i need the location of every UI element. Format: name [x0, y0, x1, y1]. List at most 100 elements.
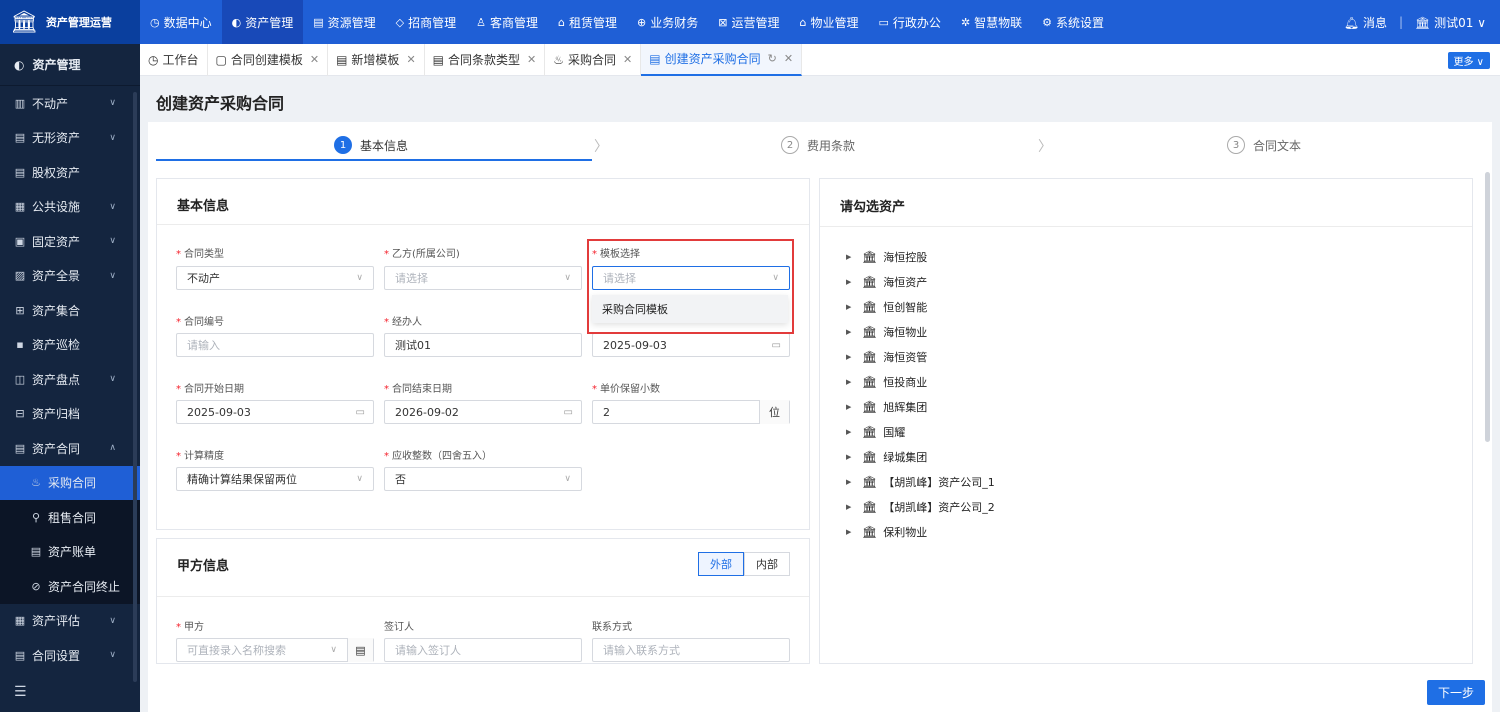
sidebar-item-inventory[interactable]: ◫ 资产盘点 ∨ — [0, 362, 140, 397]
tab-create-purchase-contract[interactable]: ▤ 创建资产采购合同 ↻ ✕ — [641, 43, 803, 76]
nav-item-lease[interactable]: ⌂ 租赁管理 — [548, 0, 627, 44]
tab-clause-type[interactable]: ▤ 合同条款类型 ✕ — [425, 43, 546, 76]
tree-node[interactable]: ▶ 🏛 绿城集团 — [846, 449, 927, 465]
tab-contract-template[interactable]: ▢ 合同创建模板 ✕ — [208, 43, 329, 76]
nav-item-iot[interactable]: ✲ 智慧物联 — [951, 0, 1032, 44]
sidebar-item-public-facilities[interactable]: ▦ 公共设施 ∨ — [0, 190, 140, 225]
app-logo[interactable]: 🏛 资产管理运营 — [0, 0, 140, 44]
external-toggle[interactable]: 外部 — [698, 552, 744, 576]
expand-icon[interactable]: ▶ — [846, 503, 856, 511]
sidebar-item-lease-contract[interactable]: ⚲ 租售合同 — [0, 500, 140, 535]
expand-icon[interactable]: ▶ — [846, 478, 856, 486]
user-menu[interactable]: 🏛 测试01 ∨ — [1415, 14, 1486, 31]
sidebar-item-panorama[interactable]: ▨ 资产全景 ∨ — [0, 259, 140, 294]
sidebar-item-fixed-assets[interactable]: ▣ 固定资产 ∨ — [0, 224, 140, 259]
tree-node[interactable]: ▶ 🏛 国耀 — [846, 424, 905, 440]
sidebar-item-bill[interactable]: ▤ 资产账单 — [0, 534, 140, 569]
menu-collapse-icon[interactable]: ☰ — [14, 684, 27, 700]
refresh-icon[interactable]: ↻ — [768, 52, 777, 65]
nav-item-asset-management[interactable]: ◐ 资产管理 — [221, 0, 304, 44]
top-nav: ◷ 数据中心 ◐ 资产管理 ▤ 资源管理 ◇ 招商管理 ♙ 客商管理 ⌂ 租赁管理 ⊕ 业务财… — [140, 0, 1114, 44]
expand-icon[interactable]: ▶ — [846, 428, 856, 436]
sidebar-item-intangible[interactable]: ▤ 无形资产 ∨ — [0, 121, 140, 156]
tree-node[interactable]: ▶ 🏛 海恒资产 — [846, 274, 927, 290]
close-icon[interactable]: ✕ — [406, 53, 415, 66]
message-link[interactable]: 🔔︎ 消息 — [1344, 14, 1387, 31]
expand-icon[interactable]: ▶ — [846, 303, 856, 311]
handler-input[interactable]: 测试01 — [384, 333, 582, 357]
expand-icon[interactable]: ▶ — [846, 528, 856, 536]
tree-node[interactable]: ▶ 🏛 保利物业 — [846, 524, 927, 540]
expand-icon[interactable]: ▶ — [846, 328, 856, 336]
expand-icon[interactable]: ▶ — [846, 453, 856, 461]
contact-input[interactable]: 请输入联系方式 — [592, 638, 790, 662]
expand-icon[interactable]: ▶ — [846, 253, 856, 261]
sidebar-item-real-estate[interactable]: ▥ 不动产 ∨ — [0, 86, 140, 121]
tree-node[interactable]: ▶ 🏛 【胡凯峰】资产公司_2 — [846, 499, 995, 515]
sidebar-item-contract-settings[interactable]: ▤ 合同设置 ∨ — [0, 638, 140, 673]
more-tabs-button[interactable]: 更多 ∨ — [1447, 52, 1490, 69]
start-date-picker[interactable]: 2025-09-03 ▭ — [176, 400, 374, 424]
expand-icon[interactable]: ▶ — [846, 353, 856, 361]
tab-new-template[interactable]: ▤ 新增模板 ✕ — [328, 43, 425, 76]
sidebar-item-contract-termination[interactable]: ⊘ 资产合同终止 — [0, 569, 140, 604]
chevron-down-icon: ∨ — [109, 615, 116, 626]
nav-item-admin-office[interactable]: ▭ 行政办公 — [869, 0, 951, 44]
main-scrollbar[interactable] — [1485, 172, 1490, 442]
copy-icon[interactable]: ▤ — [347, 638, 373, 662]
expand-icon[interactable]: ▶ — [846, 278, 856, 286]
expand-icon[interactable]: ▶ — [846, 403, 856, 411]
party-a-search[interactable]: 可直接录入名称搜索 ∨ ▤ — [176, 638, 374, 662]
tree-node[interactable]: ▶ 🏛 恒投商业 — [846, 374, 927, 390]
sidebar-scrollbar[interactable] — [133, 92, 137, 682]
step-basic-info[interactable]: 1 基本信息 — [334, 128, 408, 162]
sidebar-item-label: 资产合同终止 — [48, 579, 121, 594]
step-contract-text[interactable]: 3 合同文本 — [1227, 128, 1301, 162]
tab-workbench[interactable]: ◷ 工作台 — [140, 43, 208, 76]
sidebar-item-inspection[interactable]: ▪ 资产巡检 — [0, 328, 140, 363]
sidebar-item-equity[interactable]: ▤ 股权资产 — [0, 155, 140, 190]
tree-node[interactable]: ▶ 🏛 恒创智能 — [846, 299, 927, 315]
close-icon[interactable]: ✕ — [527, 53, 536, 66]
nav-item-resource-management[interactable]: ▤ 资源管理 — [303, 0, 385, 44]
sidebar-item-purchase-contract[interactable]: ♨ 采购合同 — [0, 465, 140, 500]
unit-suffix: 位 — [759, 400, 789, 424]
tree-node[interactable]: ▶ 🏛 海恒物业 — [846, 324, 927, 340]
tree-node[interactable]: ▶ 🏛 旭辉集团 — [846, 399, 927, 415]
contract-no-input[interactable]: 请输入 — [176, 333, 374, 357]
nav-item-finance[interactable]: ⊕ 业务财务 — [627, 0, 708, 44]
tree-node[interactable]: ▶ 🏛 海恒控股 — [846, 249, 927, 265]
sidebar-item-archive[interactable]: ⊟ 资产归档 — [0, 397, 140, 432]
close-icon[interactable]: ✕ — [784, 52, 793, 65]
tree-node[interactable]: ▶ 🏛 海恒资管 — [846, 349, 927, 365]
bank-icon: 🏛 — [862, 500, 878, 514]
nav-icon: ✲ — [960, 15, 971, 29]
expand-icon[interactable]: ▶ — [846, 378, 856, 386]
nav-item-investment[interactable]: ◇ 招商管理 — [386, 0, 466, 44]
tag-icon: ⚲ — [31, 510, 41, 524]
page-title: 创建资产采购合同 — [156, 94, 285, 113]
tree-node[interactable]: ▶ 🏛 【胡凯峰】资产公司_1 — [846, 474, 995, 490]
internal-toggle[interactable]: 内部 — [744, 552, 790, 576]
sidebar-item-collection[interactable]: ⊞ 资产集合 — [0, 293, 140, 328]
tab-purchase-contract[interactable]: ♨ 采购合同 ✕ — [545, 43, 642, 76]
party-b-select[interactable]: 请选择 ∨ — [384, 266, 582, 290]
nav-item-operation[interactable]: ⊠ 运营管理 — [708, 0, 789, 44]
nav-item-customer[interactable]: ♙ 客商管理 — [466, 0, 548, 44]
end-date-picker[interactable]: 2026-09-02 ▭ — [384, 400, 582, 424]
nav-item-property[interactable]: ⌂ 物业管理 — [790, 0, 869, 44]
next-step-button[interactable]: 下一步 — [1427, 680, 1485, 705]
sign-date-picker[interactable]: 2025-09-03 ▭ — [592, 333, 790, 357]
sidebar-item-evaluation[interactable]: ▦ 资产评估 ∨ — [0, 604, 140, 639]
round-select[interactable]: 否 ∨ — [384, 467, 582, 491]
sidebar-item-contracts[interactable]: ▤ 资产合同 ∧ — [0, 431, 140, 466]
nav-item-data-center[interactable]: ◷ 数据中心 — [140, 0, 222, 44]
nav-item-settings[interactable]: ⚙ 系统设置 — [1032, 0, 1114, 44]
precision-select[interactable]: 精确计算结果保留两位 ∨ — [176, 467, 374, 491]
close-icon[interactable]: ✕ — [310, 53, 319, 66]
decimal-input[interactable]: 2位 — [592, 400, 790, 424]
contract-type-select[interactable]: 不动产 ∨ — [176, 266, 374, 290]
signer-input[interactable]: 请输入签订人 — [384, 638, 582, 662]
close-icon[interactable]: ✕ — [623, 53, 632, 66]
step-fee-terms[interactable]: 2 费用条款 — [781, 128, 855, 162]
